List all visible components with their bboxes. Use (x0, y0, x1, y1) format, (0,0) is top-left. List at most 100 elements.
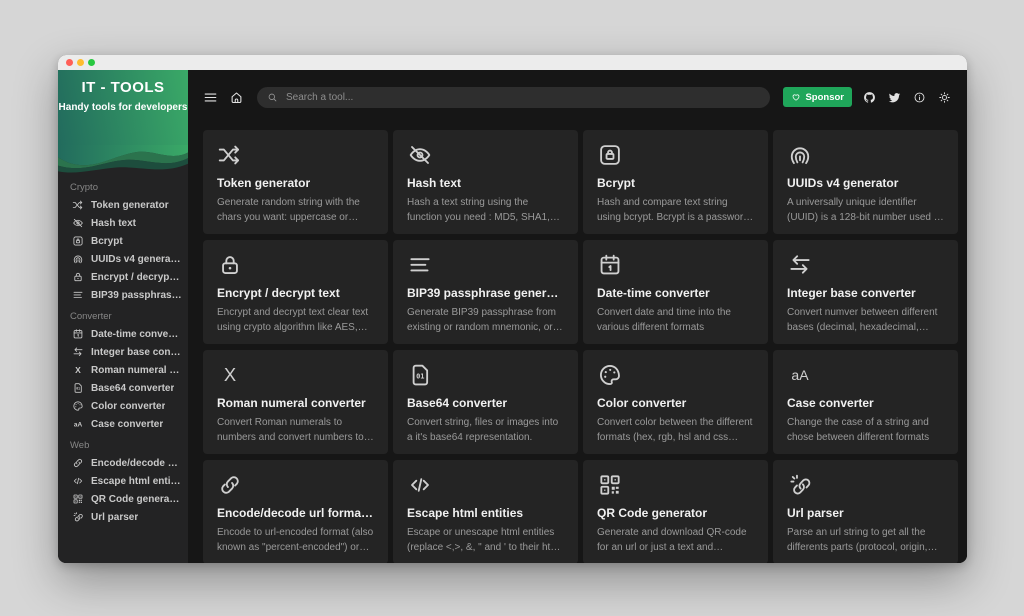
sidebar-item-qr-code-generator[interactable]: QR Code generator (58, 490, 188, 508)
svg-text:X: X (224, 364, 236, 385)
tool-card-title: Case converter (787, 396, 874, 410)
tool-card-description: Hash and compare text string using bcryp… (597, 197, 753, 223)
search-input[interactable] (284, 90, 761, 104)
tool-card-title: Roman numeral converter (217, 396, 366, 410)
app-window: IT - TOOLS Handy tools for developers Cr… (58, 55, 967, 563)
sidebar-item-token-generator[interactable]: Token generator (58, 196, 188, 214)
app-title: IT - TOOLS (81, 79, 165, 96)
tool-card-title: Hash text (407, 176, 462, 190)
search-icon (267, 92, 278, 103)
sidebar-item-base64-converter[interactable]: 01 Base64 converter (58, 379, 188, 397)
sidebar-item-escape-html-entities[interactable]: Escape html entities (58, 472, 188, 490)
sidebar-item-label: Roman numeral conver... (91, 364, 182, 376)
sidebar-item-label: Date-time converter (91, 328, 182, 340)
tool-card-title: Escape html entities (407, 506, 524, 520)
header-wave-decoration (58, 145, 188, 173)
tool-card-title: Encode/decode url formatted s... (217, 506, 374, 520)
tool-card-bcrypt[interactable]: Bcrypt Hash and compare text string using… (583, 130, 768, 234)
tool-card-description: Encrypt and decrypt text clear text usin… (217, 307, 369, 333)
calendar-icon (597, 252, 623, 278)
sidebar-item-label: Color converter (91, 400, 166, 412)
tool-card-title: Date-time converter (597, 286, 710, 300)
tool-card-description: Generate and download QR-code for an url… (597, 527, 747, 553)
search-bar[interactable] (257, 86, 771, 108)
sidebar-item-roman-numeral-conver[interactable]: X Roman numeral conver... (58, 361, 188, 379)
tool-card-description: Convert color between the different form… (597, 417, 753, 443)
tool-card-integer-base-converter[interactable]: Integer base converter Convert numver bet… (773, 240, 958, 344)
file-01-icon: 01 (72, 382, 84, 394)
palette-icon (72, 400, 84, 412)
tool-card-url-parser[interactable]: Url parser Parse an url string to get all… (773, 460, 958, 563)
roman-x-icon: X (72, 364, 84, 376)
tool-card-encrypt-decrypt-text[interactable]: Encrypt / decrypt text Encrypt and decryp… (203, 240, 388, 344)
sidebar-item-url-parser[interactable]: Url parser (58, 508, 188, 526)
home-button[interactable] (229, 90, 244, 105)
tool-card-description: Convert date and time into the various d… (597, 307, 731, 333)
sidebar-item-label: Case converter (91, 418, 164, 430)
tool-card-description: Convert string, files or images into a i… (407, 417, 559, 443)
app-subtitle: Handy tools for developers (58, 102, 188, 113)
tool-card-uuids-v4-generator[interactable]: UUIDs v4 generator A universally unique i… (773, 130, 958, 234)
qrcode-icon (72, 493, 84, 505)
tool-card-qr-code-generator[interactable]: QR Code generator Generate and download Q… (583, 460, 768, 563)
sponsor-button[interactable]: Sponsor (783, 87, 852, 107)
tool-card-escape-html-entities[interactable]: Escape html entities Escape or unescape h… (393, 460, 578, 563)
menu-button[interactable] (203, 90, 218, 105)
sidebar-item-case-converter[interactable]: aA Case converter (58, 415, 188, 433)
window-titlebar (58, 55, 967, 70)
heart-icon (791, 92, 801, 102)
sidebar-item-color-converter[interactable]: Color converter (58, 397, 188, 415)
tool-card-token-generator[interactable]: Token generator Generate random string wi… (203, 130, 388, 234)
sidebar-item-label: Encrypt / decrypt text (91, 271, 182, 283)
home-icon (229, 90, 244, 105)
github-button[interactable] (863, 91, 876, 104)
link-icon (72, 457, 84, 469)
close-button[interactable] (66, 59, 73, 66)
desktop-background: IT - TOOLS Handy tools for developers Cr… (0, 0, 1024, 616)
tool-card-roman-numeral-converter[interactable]: X Roman numeral converter Convert Roman nu… (203, 350, 388, 454)
app-logo-header[interactable]: IT - TOOLS Handy tools for developers (58, 70, 188, 145)
sidebar-item-label: Encode/decode url for... (91, 457, 182, 469)
tool-card-title: BIP39 passphrase generator (407, 286, 564, 300)
tool-card-title: Integer base converter (787, 286, 916, 300)
fingerprint-icon (787, 142, 813, 168)
sidebar-item-bip39-passphrase-gene[interactable]: BIP39 passphrase gene... (58, 286, 188, 304)
tool-card-description: Convert numver between different bases (… (787, 307, 938, 333)
qrcode-icon (597, 472, 623, 498)
tool-card-base64-converter[interactable]: 01 Base64 converter Convert string, files … (393, 350, 578, 454)
bcrypt-icon (72, 235, 84, 247)
about-button[interactable] (913, 91, 926, 104)
file-01-icon: 01 (407, 362, 433, 388)
tool-card-date-time-converter[interactable]: Date-time converter Convert date and time… (583, 240, 768, 344)
tool-card-hash-text[interactable]: Hash text Hash a text string using the fu… (393, 130, 578, 234)
theme-toggle-button[interactable] (938, 91, 951, 104)
tool-card-title: UUIDs v4 generator (787, 176, 899, 190)
tool-card-encode-decode-url-formatted-s[interactable]: Encode/decode url formatted s... Encode t… (203, 460, 388, 563)
sidebar-item-date-time-converter[interactable]: Date-time converter (58, 325, 188, 343)
shuffle-icon (72, 199, 84, 211)
sun-icon (938, 91, 951, 104)
sidebar-item-integer-base-converter[interactable]: Integer base converter (58, 343, 188, 361)
sidebar-item-encode-decode-url-for[interactable]: Encode/decode url for... (58, 454, 188, 472)
sidebar-item-bcrypt[interactable]: Bcrypt (58, 232, 188, 250)
code-tags-icon (407, 472, 433, 498)
tool-card-color-converter[interactable]: Color converter Convert color between the… (583, 350, 768, 454)
sidebar: IT - TOOLS Handy tools for developers Cr… (58, 70, 188, 563)
tool-card-case-converter[interactable]: aA Case converter Change the case of a str… (773, 350, 958, 454)
sidebar-item-encrypt-decrypt-text[interactable]: Encrypt / decrypt text (58, 268, 188, 286)
link-icon (217, 472, 243, 498)
sidebar-item-uuids-v4-generator[interactable]: UUIDs v4 generator (58, 250, 188, 268)
link-sparks-icon (787, 472, 813, 498)
maximize-button[interactable] (88, 59, 95, 66)
roman-x-icon: X (217, 362, 243, 388)
sidebar-item-label: QR Code generator (91, 493, 182, 505)
topbar: Sponsor (203, 84, 951, 110)
lock-icon (72, 271, 84, 283)
tool-card-description: Change the case of a string and chose be… (787, 417, 930, 443)
tool-card-bip39-passphrase-generator[interactable]: BIP39 passphrase generator Generate BIP39… (393, 240, 578, 344)
github-icon (863, 91, 876, 104)
calendar-icon (72, 328, 84, 340)
twitter-button[interactable] (888, 91, 901, 104)
minimize-button[interactable] (77, 59, 84, 66)
sidebar-item-hash-text[interactable]: Hash text (58, 214, 188, 232)
